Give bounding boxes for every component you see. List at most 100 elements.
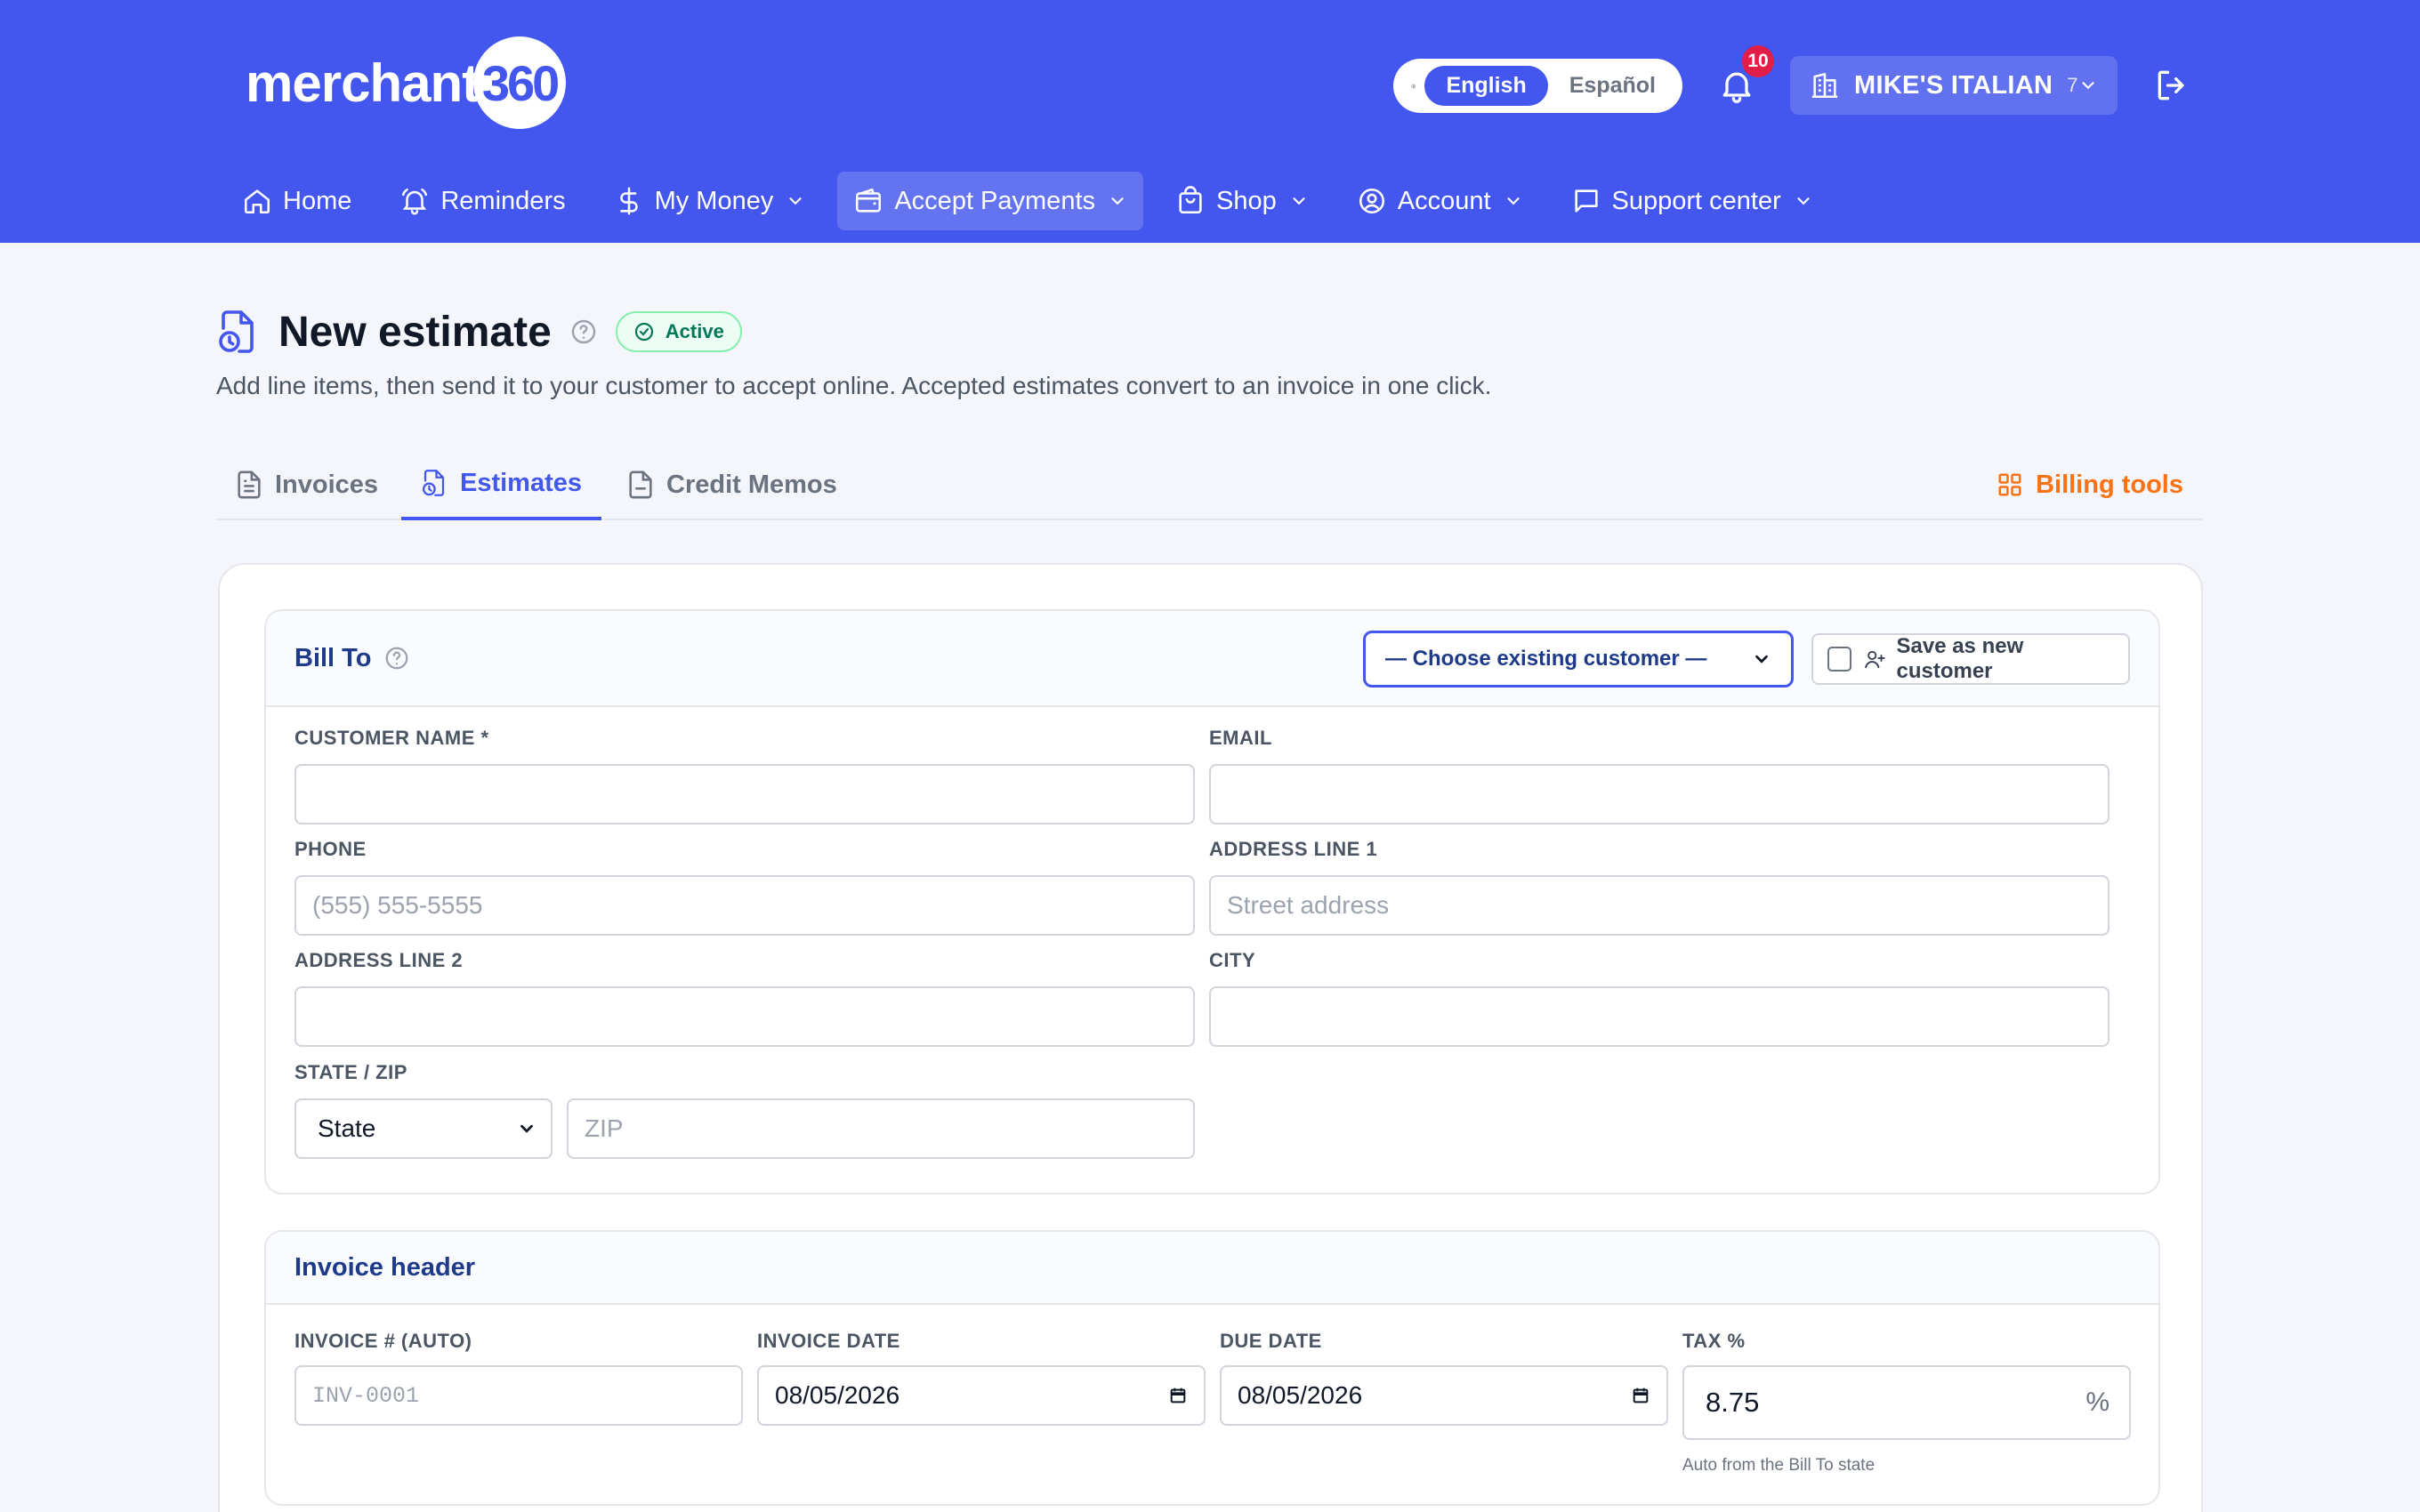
- save-as-new-customer-toggle[interactable]: Save as new customer: [1811, 633, 2130, 685]
- home-icon: [244, 189, 270, 214]
- nav-accept-payments[interactable]: Accept Payments: [837, 172, 1143, 230]
- nav-accept-payments-label: Accept Payments: [894, 186, 1095, 215]
- address2-label: ADDRESS LINE 2: [294, 949, 464, 971]
- merchant-switcher[interactable]: MIKE'S ITALIAN 7: [1790, 56, 2118, 115]
- main-nav: Home Reminders My Money Accept Payments …: [226, 172, 1845, 230]
- top-header: merchant 360 English Español 10 MIKE'S I…: [0, 0, 2420, 243]
- help-circle-icon[interactable]: [569, 318, 598, 346]
- tab-estimates-label: Estimates: [460, 468, 583, 497]
- chevron-down-icon: [1506, 197, 1520, 205]
- nav-account-label: Account: [1397, 186, 1491, 215]
- grid-icon: [1998, 473, 2021, 496]
- bill-to-title: Bill To: [294, 643, 372, 672]
- bill-to-section: Bill To — Choose existing customer — Sav…: [264, 609, 2160, 1194]
- email-input[interactable]: [1209, 764, 2109, 824]
- shopping-bag-icon: [1179, 186, 1202, 214]
- invoice-date-label: INVOICE DATE: [757, 1330, 900, 1352]
- city-label: CITY: [1209, 949, 1256, 971]
- merchant-name: MIKE'S ITALIAN: [1854, 70, 2053, 100]
- message-square-icon: [1574, 189, 1598, 213]
- language-espanol[interactable]: Español: [1548, 66, 1677, 106]
- invoice-header-title: Invoice header: [294, 1252, 476, 1282]
- save-new-checkbox[interactable]: [1827, 647, 1851, 672]
- tab-estimates[interactable]: Estimates: [401, 449, 602, 520]
- chevron-down-icon: [1797, 197, 1810, 205]
- state-zip-label: STATE / ZIP: [294, 1061, 407, 1083]
- tax-percent-input[interactable]: 8.75 %: [1682, 1365, 2131, 1440]
- email-label: EMAIL: [1209, 727, 1272, 749]
- nav-my-money[interactable]: My Money: [598, 172, 822, 230]
- logout-icon[interactable]: [2153, 66, 2192, 105]
- chevron-down-icon: [2082, 82, 2094, 90]
- globe-icon: [1411, 84, 1416, 88]
- existing-customer-select[interactable]: — Choose existing customer —: [1363, 631, 1794, 688]
- language-english[interactable]: English: [1424, 66, 1548, 106]
- state-select-value: State: [318, 1114, 376, 1142]
- zip-input[interactable]: ZIP: [567, 1098, 1195, 1159]
- user-plus-icon: [1864, 650, 1885, 669]
- address2-input[interactable]: [294, 986, 1195, 1047]
- city-input[interactable]: [1209, 986, 2109, 1047]
- calendar-icon[interactable]: [1168, 1386, 1188, 1405]
- merchant360-logo[interactable]: merchant 360: [246, 34, 567, 132]
- logo-badge: 360: [473, 36, 567, 129]
- nav-reminders-label: Reminders: [440, 186, 566, 215]
- page-title: New estimate: [278, 308, 552, 356]
- tab-invoices-label: Invoices: [275, 470, 379, 499]
- building-icon: [1811, 72, 1838, 99]
- estimate-form-card: Bill To — Choose existing customer — Sav…: [218, 563, 2203, 1512]
- customer-name-input[interactable]: [294, 764, 1195, 824]
- file-text-icon: [238, 470, 261, 499]
- state-select[interactable]: State: [294, 1098, 553, 1159]
- invoice-date-input[interactable]: 08/05/2026: [757, 1365, 1206, 1426]
- check-circle-icon: [634, 322, 653, 342]
- nav-support-center-label: Support center: [1611, 186, 1781, 215]
- billing-tools-label: Billing tools: [2036, 470, 2183, 499]
- tax-value: 8.75: [1706, 1387, 1760, 1418]
- address1-label: ADDRESS LINE 1: [1209, 838, 1378, 860]
- tab-invoices[interactable]: Invoices: [236, 449, 378, 520]
- chevron-down-icon: [1293, 197, 1305, 205]
- status-label: Active: [665, 320, 724, 342]
- save-new-label: Save as new customer: [1896, 634, 2024, 683]
- invoice-number-input[interactable]: INV-0001: [294, 1365, 743, 1426]
- due-date-value: 08/05/2026: [1238, 1381, 1363, 1409]
- chevron-down-icon: [520, 1124, 533, 1133]
- nav-shop[interactable]: Shop: [1159, 172, 1325, 230]
- help-circle-icon[interactable]: [383, 645, 410, 672]
- logo-badge-text: 360: [481, 54, 560, 111]
- nav-account[interactable]: Account: [1341, 172, 1539, 230]
- nav-reminders[interactable]: Reminders: [383, 172, 581, 230]
- nav-home[interactable]: Home: [226, 172, 367, 230]
- due-date-input[interactable]: 08/05/2026: [1220, 1365, 1668, 1426]
- address1-input[interactable]: Street address: [1209, 875, 2109, 936]
- due-date-label: DUE DATE: [1220, 1330, 1322, 1352]
- language-switcher: English Español: [1393, 59, 1682, 113]
- chevron-down-icon: [1755, 655, 1768, 664]
- customer-name-label: CUSTOMER NAME *: [294, 727, 489, 749]
- nav-support-center[interactable]: Support center: [1555, 172, 1829, 230]
- tab-credit-memos-label: Credit Memos: [666, 470, 837, 499]
- invoice-number-label: INVOICE # (AUTO): [294, 1330, 472, 1352]
- notification-count-badge: 10: [1742, 45, 1774, 77]
- phone-label: PHONE: [294, 838, 367, 860]
- dollar-icon: [619, 187, 638, 215]
- billing-tools-button[interactable]: Billing tools: [1996, 449, 2183, 520]
- tax-hint: Auto from the Bill To state: [1682, 1456, 1876, 1475]
- bill-to-header: Bill To — Choose existing customer — Sav…: [266, 611, 2158, 707]
- document-tabs: Invoices Estimates Credit Memos Billing …: [216, 449, 2203, 520]
- existing-customer-select-value: — Choose existing customer —: [1385, 647, 1707, 671]
- phone-input[interactable]: (555) 555-5555: [294, 875, 1195, 936]
- bell-ring-icon: [402, 188, 428, 215]
- merchant-count: 7: [2067, 74, 2078, 96]
- chevron-down-icon: [1111, 197, 1124, 205]
- user-circle-icon: [1359, 188, 1384, 214]
- tab-credit-memos[interactable]: Credit Memos: [627, 449, 837, 520]
- tax-label: TAX %: [1682, 1330, 1746, 1352]
- file-icon: [629, 470, 652, 499]
- tax-percent-suffix: %: [2085, 1387, 2109, 1417]
- invoice-header-section: Invoice header INVOICE # (AUTO) INV-0001…: [264, 1230, 2160, 1506]
- calendar-icon[interactable]: [1631, 1386, 1650, 1405]
- estimate-icon: [423, 470, 445, 496]
- status-badge: Active: [615, 311, 742, 352]
